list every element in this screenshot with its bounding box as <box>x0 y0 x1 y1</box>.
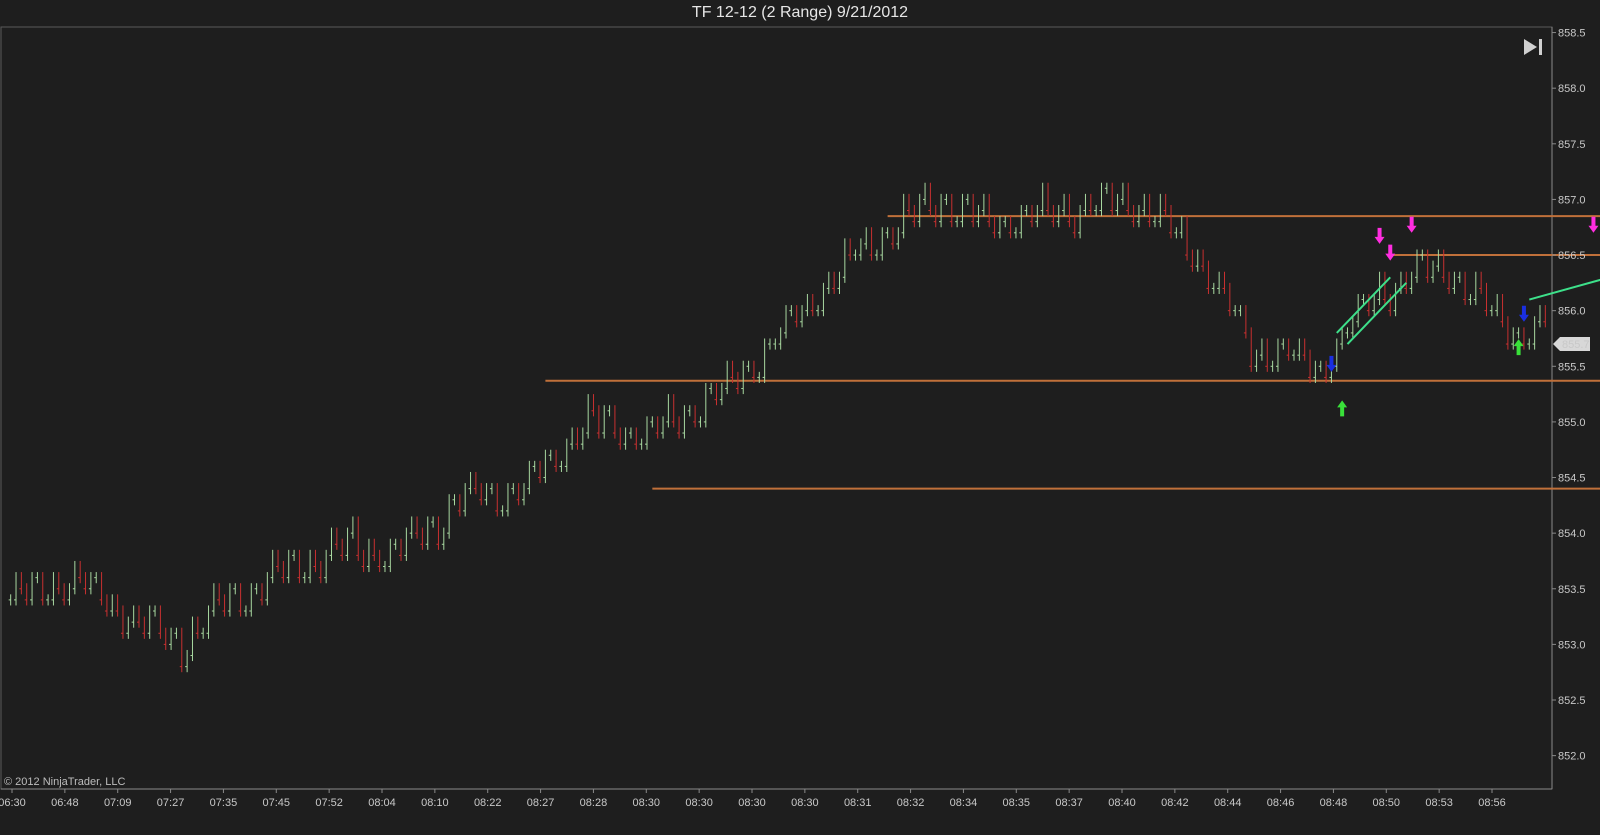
time-tick-label: 08:28 <box>580 797 608 809</box>
plot-frame <box>0 26 1553 790</box>
time-tick-label: 08:04 <box>368 797 396 809</box>
time-tick-label: 08:48 <box>1320 797 1348 809</box>
price-axis: 852.0 852.5 853.0 853.5 854.0 854.5 855.0 855.5… <box>1552 28 1586 763</box>
time-tick-label: 08:31 <box>844 797 872 809</box>
time-tick-label: 08:46 <box>1267 797 1295 809</box>
time-tick-label: 06:48 <box>51 797 79 809</box>
signal-arrow-down <box>1385 244 1396 261</box>
price-tick-label: 853.5 <box>1558 584 1586 596</box>
time-tick-label: 08:40 <box>1108 797 1136 809</box>
time-tick-label: 08:30 <box>685 797 713 809</box>
time-tick-label: 08:35 <box>1003 797 1031 809</box>
signal-arrow-down <box>1588 216 1599 233</box>
price-tick-label: 852.5 <box>1558 695 1586 707</box>
skip-to-end-button[interactable] <box>1520 34 1548 60</box>
price-tick-label: 855.5 <box>1558 361 1586 373</box>
skip-to-end-icon <box>1524 39 1542 55</box>
time-tick-label: 08:44 <box>1214 797 1242 809</box>
price-tick-label: 856.0 <box>1558 306 1586 318</box>
time-tick-label: 08:42 <box>1161 797 1189 809</box>
signal-arrow-up <box>1513 339 1524 356</box>
time-tick-label: 08:30 <box>791 797 819 809</box>
signal-arrow-down <box>1326 355 1337 372</box>
time-tick-label: 08:22 <box>474 797 502 809</box>
chart-window: TF 12-12 (2 Range) 9/21/2012 852.0 852.5 8… <box>0 0 1600 835</box>
time-tick-label: 08:56 <box>1478 797 1506 809</box>
time-tick-label: 08:50 <box>1373 797 1401 809</box>
price-tick-label: 854.0 <box>1558 528 1586 540</box>
signal-arrow-down <box>1374 227 1385 244</box>
signal-arrow-down <box>1518 305 1529 322</box>
price-bars <box>8 182 1546 673</box>
signal-arrow-down <box>1406 216 1417 233</box>
time-tick-label: 07:09 <box>104 797 132 809</box>
signal-arrow-up <box>1337 400 1348 417</box>
time-tick-label: 07:27 <box>157 797 185 809</box>
pattern-line <box>1529 278 1600 301</box>
time-tick-label: 08:37 <box>1055 797 1083 809</box>
last-price-label: 855.7 <box>1562 339 1590 351</box>
time-axis: 06:30 06:48 07:09 07:27 07:35 07:45 07:52 08:04… <box>0 789 1506 809</box>
price-tick-label: 854.5 <box>1558 473 1586 485</box>
level-lines <box>545 215 1600 490</box>
time-tick-label: 08:32 <box>897 797 925 809</box>
time-tick-label: 07:45 <box>263 797 291 809</box>
time-tick-label: 07:52 <box>315 797 343 809</box>
price-tick-label: 855.0 <box>1558 417 1586 429</box>
time-tick-label: 08:27 <box>527 797 555 809</box>
price-tick-label: 856.5 <box>1558 250 1586 262</box>
price-tick-label: 858.0 <box>1558 83 1586 95</box>
time-tick-label: 08:53 <box>1425 797 1453 809</box>
time-tick-label: 08:34 <box>950 797 978 809</box>
time-tick-label: 06:30 <box>0 797 26 809</box>
time-tick-label: 08:10 <box>421 797 449 809</box>
copyright-notice: © 2012 NinjaTrader, LLC <box>4 776 126 788</box>
time-tick-label: 08:30 <box>738 797 766 809</box>
last-price-marker: 855.7 <box>1553 337 1590 352</box>
price-tick-label: 857.0 <box>1558 194 1586 206</box>
price-tick-label: 857.5 <box>1558 139 1586 151</box>
price-tick-label: 852.0 <box>1558 751 1586 763</box>
price-chart[interactable]: 852.0 852.5 853.0 853.5 854.0 854.5 855.0 855.5… <box>0 0 1600 835</box>
pattern-line <box>1336 276 1391 334</box>
price-tick-label: 853.0 <box>1558 639 1586 651</box>
time-tick-label: 08:30 <box>633 797 661 809</box>
time-tick-label: 07:35 <box>210 797 238 809</box>
price-tick-label: 858.5 <box>1558 28 1586 40</box>
